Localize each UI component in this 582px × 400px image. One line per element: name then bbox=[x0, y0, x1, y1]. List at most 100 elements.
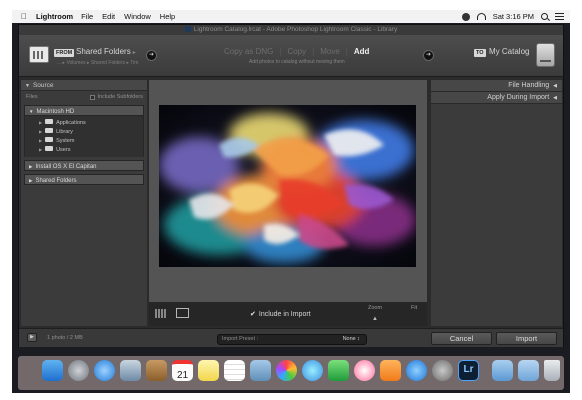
menu-help[interactable]: Help bbox=[160, 12, 175, 21]
triangle-right-icon: ▶ bbox=[29, 164, 33, 169]
checkmark-icon: ✔ bbox=[250, 311, 256, 318]
notes-icon[interactable] bbox=[198, 360, 219, 381]
folder-list: ▶ Applications ▶ Library ▶ System ▶ Users bbox=[24, 116, 144, 157]
app-store-icon[interactable] bbox=[406, 360, 427, 381]
import-preset-value: None ↕ bbox=[342, 336, 360, 342]
source-drive-icon[interactable] bbox=[29, 46, 49, 63]
maps-icon[interactable] bbox=[250, 360, 271, 381]
folder-icon bbox=[45, 137, 54, 143]
folder-users[interactable]: ▶ Users bbox=[25, 145, 143, 154]
contacts-icon[interactable] bbox=[146, 360, 167, 381]
file-handling-label: File Handling bbox=[508, 82, 550, 89]
menu-edit[interactable]: Edit bbox=[102, 12, 115, 21]
notification-center-icon[interactable] bbox=[555, 13, 564, 20]
wifi-icon[interactable] bbox=[476, 13, 486, 20]
abstract-color-explosion-image bbox=[159, 105, 416, 267]
apply-during-import-header[interactable]: Apply During Import ◀ bbox=[431, 92, 562, 104]
folder-icon bbox=[45, 146, 54, 152]
system-preferences-icon[interactable] bbox=[432, 360, 453, 381]
menu-bar:  Lightroom File Edit Window Help Sat 3:… bbox=[12, 10, 570, 23]
mode-move[interactable]: Move bbox=[320, 47, 340, 56]
loupe-view-icon[interactable] bbox=[176, 308, 189, 318]
to-tag: TO bbox=[474, 49, 486, 57]
expand-collapse-icon[interactable]: ▶ bbox=[27, 333, 37, 342]
mode-description: Add photos to catalog without moving the… bbox=[249, 59, 345, 65]
mode-add[interactable]: Add bbox=[354, 47, 370, 56]
triangle-down-icon: ▼ bbox=[25, 83, 30, 89]
trash-icon[interactable] bbox=[544, 360, 560, 381]
mode-copy[interactable]: Copy bbox=[287, 47, 306, 56]
lightroom-icon[interactable]: Lr bbox=[458, 360, 479, 381]
reminders-icon[interactable] bbox=[224, 360, 245, 381]
triangle-right-icon[interactable]: ▶ bbox=[39, 129, 42, 134]
include-in-import-checkbox[interactable]: ✔ Include in Import bbox=[250, 310, 311, 318]
folder-library[interactable]: ▶ Library bbox=[25, 127, 143, 136]
applications-folder-icon[interactable] bbox=[492, 360, 513, 381]
volume-macintosh-hd[interactable]: ▼ Macintosh HD bbox=[24, 105, 144, 116]
desktop:  Lightroom File Edit Window Help Sat 3:… bbox=[12, 10, 570, 393]
photo-count: 1 photo / 2 MB bbox=[47, 335, 83, 341]
cancel-button[interactable]: Cancel bbox=[431, 332, 492, 345]
volume-label: Macintosh HD bbox=[36, 109, 75, 115]
source-selector[interactable]: Shared Folders ▸ bbox=[76, 47, 136, 56]
messages-icon[interactable] bbox=[302, 360, 323, 381]
spotlight-search-icon[interactable] bbox=[541, 13, 548, 20]
grid-view-icon[interactable] bbox=[155, 309, 167, 318]
source-panel-title: Source bbox=[32, 82, 54, 89]
zoom-slider-handle[interactable]: ▲ bbox=[372, 316, 378, 322]
triangle-left-icon: ◀ bbox=[553, 83, 557, 89]
launchpad-icon[interactable] bbox=[68, 360, 89, 381]
file-handling-header[interactable]: File Handling ◀ bbox=[431, 80, 562, 92]
include-subfolders-checkbox[interactable] bbox=[90, 94, 96, 100]
safari-icon[interactable] bbox=[94, 360, 115, 381]
downloads-folder-icon[interactable] bbox=[518, 360, 539, 381]
menu-clock[interactable]: Sat 3:16 PM bbox=[493, 12, 534, 21]
dock: 21 Lr bbox=[18, 356, 564, 390]
triangle-right-icon: ▶ bbox=[29, 178, 33, 183]
hard-drive-icon bbox=[536, 43, 555, 67]
include-subfolders-toggle[interactable]: Include Subfolders bbox=[90, 91, 143, 103]
import-preset-label: Import Preset : bbox=[222, 336, 259, 342]
folder-label: Applications bbox=[56, 120, 86, 126]
folder-applications[interactable]: ▶ Applications bbox=[25, 118, 143, 127]
status-record-icon[interactable] bbox=[461, 12, 470, 21]
volume-install-os-x[interactable]: ▶ Install OS X El Capitan bbox=[24, 160, 144, 171]
preview-area: ✔ Include in Import Zoom Fit ▲ bbox=[149, 80, 427, 326]
menu-window[interactable]: Window bbox=[124, 12, 151, 21]
fit-label[interactable]: Fit bbox=[411, 305, 417, 311]
zoom-label: Zoom bbox=[368, 305, 383, 311]
menu-file[interactable]: File bbox=[81, 12, 93, 21]
apple-menu-icon[interactable]:  bbox=[16, 12, 32, 21]
folder-label: System bbox=[56, 138, 75, 144]
mode-copy-as-dng[interactable]: Copy as DNG bbox=[224, 47, 273, 56]
mail-icon[interactable] bbox=[120, 360, 141, 381]
include-in-import-label: Include in Import bbox=[258, 311, 311, 318]
lightroom-file-icon bbox=[184, 26, 191, 33]
destination-name: My Catalog bbox=[489, 47, 530, 56]
files-row: Files Include Subfolders bbox=[21, 91, 147, 103]
photos-icon[interactable] bbox=[276, 360, 297, 381]
calendar-icon[interactable]: 21 bbox=[172, 360, 193, 381]
folder-label: Users bbox=[56, 147, 71, 153]
import-header: FROM Shared Folders ▸ ... ▸ Volumes ▸ Sha… bbox=[19, 35, 563, 77]
triangle-right-icon[interactable]: ▶ bbox=[39, 120, 42, 125]
volume-shared-folders[interactable]: ▶ Shared Folders bbox=[24, 174, 144, 185]
source-panel-header[interactable]: ▼ Source bbox=[21, 80, 147, 91]
volume-label: Install OS X El Capitan bbox=[35, 164, 97, 170]
triangle-right-icon[interactable]: ▶ bbox=[39, 147, 42, 152]
preview-photo[interactable] bbox=[159, 105, 416, 267]
triangle-right-icon[interactable]: ▶ bbox=[39, 138, 42, 143]
mode-separator: | bbox=[279, 47, 282, 56]
import-preset-select[interactable]: Import Preset : None ↕ bbox=[217, 334, 367, 345]
itunes-icon[interactable] bbox=[354, 360, 375, 381]
menu-status-area: Sat 3:16 PM bbox=[461, 10, 564, 23]
facetime-icon[interactable] bbox=[328, 360, 349, 381]
preview-toolbar: ✔ Include in Import Zoom Fit ▲ bbox=[149, 302, 427, 326]
folder-icon bbox=[45, 128, 54, 134]
finder-icon[interactable] bbox=[42, 360, 63, 381]
menu-app-name[interactable]: Lightroom bbox=[36, 12, 73, 21]
import-button[interactable]: Import bbox=[496, 332, 557, 345]
source-name: Shared Folders bbox=[76, 47, 131, 56]
ibooks-icon[interactable] bbox=[380, 360, 401, 381]
folder-system[interactable]: ▶ System bbox=[25, 136, 143, 145]
